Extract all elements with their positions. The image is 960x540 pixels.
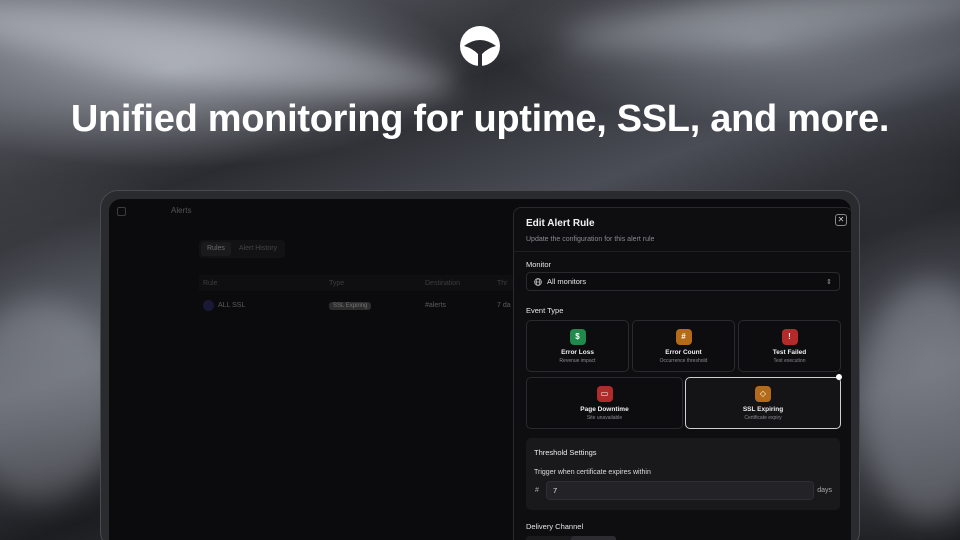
brand-logo-icon: [460, 26, 500, 66]
hash-icon: #: [675, 328, 692, 345]
page-title: Alerts: [171, 206, 192, 215]
divider: [514, 251, 851, 252]
event-option-desc: Test execution: [773, 357, 806, 364]
event-option-name: Page Downtime: [580, 405, 629, 413]
monitor-icon: ▭: [596, 385, 613, 402]
event-option-desc: Revenue impact: [559, 357, 596, 364]
background-wave: [558, 0, 960, 64]
event-option-error-count[interactable]: # Error Count Occurrence threshold: [632, 320, 735, 372]
selected-indicator-dot: [836, 374, 842, 380]
event-option-name: SSL Expiring: [742, 405, 784, 413]
hash-icon: #: [535, 487, 539, 494]
threshold-trigger-label: Trigger when certificate expires within: [534, 469, 651, 476]
event-option-desc: Occurrence threshold: [659, 357, 708, 364]
warning-icon: !: [781, 328, 798, 345]
background-wave: [860, 280, 960, 520]
threshold-settings-title: Threshold Settings: [534, 448, 597, 457]
column-header-rule: Rule: [203, 279, 218, 287]
event-option-ssl-expiring[interactable]: ◇ SSL Expiring Certificate expiry: [685, 377, 841, 429]
rule-name: ALL SSL: [218, 301, 246, 309]
event-option-test-failed[interactable]: ! Test Failed Test execution: [738, 320, 841, 372]
threshold-unit-label: days: [817, 487, 832, 494]
dialog-subtitle: Update the configuration for this alert …: [526, 236, 655, 243]
rules-table-header: Rule Type Destination Thr: [199, 275, 529, 291]
event-option-name: Error Count: [665, 348, 702, 356]
rule-icon: [203, 299, 214, 311]
delivery-channel-tabs[interactable]: [526, 536, 616, 540]
type-cell: SSL Expiring: [329, 301, 425, 310]
shield-icon: ◇: [755, 385, 771, 402]
event-type-label: Event Type: [526, 306, 564, 315]
monitor-label: Monitor: [526, 260, 552, 269]
threshold-days-input[interactable]: 7: [546, 481, 814, 500]
event-option-name: Test Failed: [772, 348, 807, 356]
threshold-settings-panel: Threshold Settings Trigger when certific…: [526, 438, 840, 510]
event-option-name: Error Loss: [561, 348, 594, 356]
close-icon[interactable]: ✕: [835, 214, 847, 226]
event-option-desc: Certificate expiry: [744, 414, 782, 421]
tab-rules[interactable]: Rules: [201, 242, 231, 256]
dialog-title: Edit Alert Rule: [526, 218, 595, 229]
monitor-select-value: All monitors: [547, 277, 587, 286]
column-header-type: Type: [329, 279, 345, 287]
destination-cell: #alerts: [425, 301, 447, 309]
edit-alert-rule-dialog: Edit Alert Rule Update the configuration…: [513, 207, 851, 540]
tab-alert-history[interactable]: Alert History: [233, 242, 283, 256]
globe-icon: [534, 277, 542, 286]
event-option-desc: Site unavailable: [586, 414, 623, 421]
event-option-page-downtime[interactable]: ▭ Page Downtime Site unavailable: [526, 377, 683, 429]
table-row[interactable]: ALL SSL SSL Expiring #alerts 7 da: [199, 297, 529, 313]
column-header-destination: Destination: [425, 279, 461, 287]
device-frame: Alerts Rules Alert History Rule Type Des…: [100, 190, 860, 540]
event-option-error-loss[interactable]: $ Error Loss Revenue impact: [526, 320, 629, 372]
monitor-select[interactable]: All monitors ⇕: [526, 272, 840, 291]
delivery-channel-label: Delivery Channel: [526, 522, 584, 531]
type-badge: SSL Expiring: [329, 301, 372, 310]
delivery-channel-tab-active[interactable]: [571, 536, 616, 540]
dollar-icon: $: [569, 328, 586, 345]
app-screen: Alerts Rules Alert History Rule Type Des…: [109, 199, 851, 540]
alerts-tabs: Rules Alert History: [199, 240, 286, 258]
rule-cell: ALL SSL: [199, 299, 329, 311]
chevron-updown-icon: ⇕: [826, 278, 832, 286]
hero-headline: Unified monitoring for uptime, SSL, and …: [70, 98, 890, 140]
sidebar-toggle-icon[interactable]: [117, 207, 126, 216]
